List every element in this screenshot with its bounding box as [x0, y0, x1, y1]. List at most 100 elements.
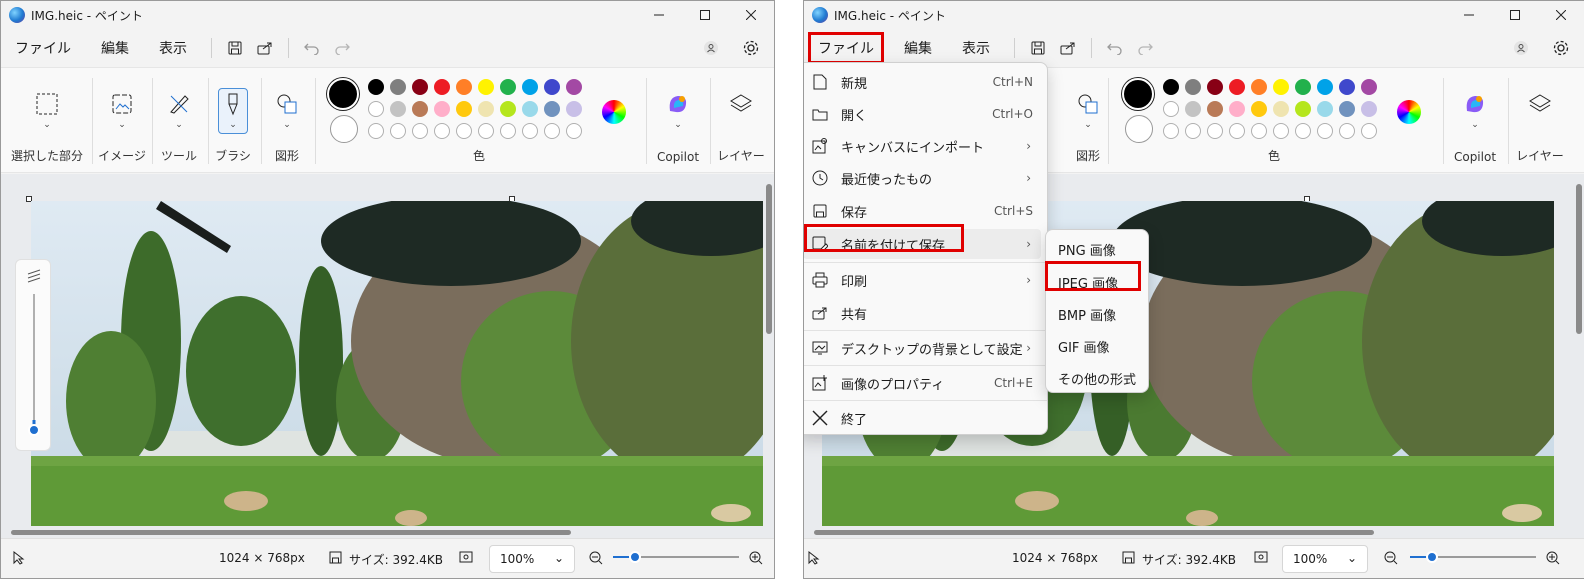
custom-color-slot[interactable]	[522, 123, 538, 139]
chevron-down-icon[interactable]: ⌄	[43, 120, 51, 130]
color-swatch[interactable]	[544, 79, 560, 95]
file-menu-set-desktop-background[interactable]: デスクトップの背景として設定 ›	[804, 333, 1041, 363]
secondary-color-swatch[interactable]	[330, 115, 358, 143]
primary-color-swatch[interactable]	[327, 78, 359, 110]
copilot-icon[interactable]	[664, 90, 692, 118]
zoom-out-icon[interactable]	[1384, 551, 1398, 568]
maximize-button[interactable]	[1492, 1, 1538, 29]
custom-color-slot[interactable]	[500, 123, 516, 139]
chevron-down-icon[interactable]: ⌄	[1084, 120, 1092, 130]
color-swatch[interactable]	[368, 79, 384, 95]
color-swatch[interactable]	[544, 101, 560, 117]
share-icon[interactable]	[1053, 33, 1083, 63]
layers-icon[interactable]	[1526, 90, 1554, 118]
color-swatch[interactable]	[1251, 79, 1267, 95]
zoom-out-icon[interactable]	[589, 551, 603, 568]
fit-to-window-icon[interactable]	[1254, 551, 1268, 566]
color-swatch[interactable]	[1295, 79, 1311, 95]
custom-color-slot[interactable]	[1229, 123, 1245, 139]
maximize-button[interactable]	[682, 1, 728, 29]
save-icon[interactable]	[220, 33, 250, 63]
group-selection[interactable]: ⌄ 選択した部分	[7, 68, 87, 174]
color-swatch[interactable]	[1273, 101, 1289, 117]
group-layers[interactable]: レイヤー	[1510, 68, 1570, 174]
zoom-slider[interactable]	[613, 549, 739, 568]
color-swatch[interactable]	[368, 101, 384, 117]
edit-colors-icon[interactable]	[1397, 100, 1421, 124]
redo-icon[interactable]	[1130, 33, 1160, 63]
chevron-down-icon[interactable]: ⌄	[674, 120, 682, 130]
primary-color-swatch[interactable]	[1122, 78, 1154, 110]
save-as-gif[interactable]: GIF 画像	[1058, 337, 1110, 356]
vertical-scrollbar[interactable]	[766, 184, 772, 334]
chevron-down-icon[interactable]: ⌄	[175, 120, 183, 130]
color-swatch[interactable]	[566, 79, 582, 95]
account-icon[interactable]	[1506, 33, 1536, 63]
vertical-zoom-slider[interactable]	[15, 259, 51, 451]
color-swatch[interactable]	[1163, 101, 1179, 117]
account-icon[interactable]	[696, 33, 726, 63]
color-swatch[interactable]	[456, 79, 472, 95]
color-swatch[interactable]	[1185, 79, 1201, 95]
zoom-slider[interactable]	[1410, 549, 1536, 568]
color-swatch[interactable]	[456, 101, 472, 117]
color-swatch[interactable]	[434, 101, 450, 117]
minimize-button[interactable]	[636, 1, 682, 29]
custom-color-slot[interactable]	[1317, 123, 1333, 139]
color-swatch[interactable]	[478, 79, 494, 95]
undo-icon[interactable]	[1100, 33, 1130, 63]
group-copilot[interactable]: ⌄ Copilot	[1446, 68, 1504, 174]
chevron-down-icon[interactable]: ⌄	[229, 120, 237, 130]
tools-pencil-icon[interactable]	[165, 90, 193, 118]
custom-color-slot[interactable]	[368, 123, 384, 139]
color-swatch[interactable]	[1207, 101, 1223, 117]
color-swatch[interactable]	[1229, 79, 1245, 95]
horizontal-scrollbar[interactable]	[814, 530, 1374, 535]
copilot-icon[interactable]	[1461, 90, 1489, 118]
color-swatch[interactable]	[434, 79, 450, 95]
group-image[interactable]: ⌄ イメージ	[97, 68, 147, 174]
file-menu-save[interactable]: 保存 Ctrl+S	[804, 196, 1041, 226]
file-menu-recent[interactable]: 最近使ったもの ›	[804, 163, 1041, 193]
custom-color-slot[interactable]	[456, 123, 472, 139]
canvas-area[interactable]	[1, 174, 774, 539]
color-swatch[interactable]	[1273, 79, 1289, 95]
color-swatch[interactable]	[478, 101, 494, 117]
color-swatch[interactable]	[412, 79, 428, 95]
custom-color-slot[interactable]	[434, 123, 450, 139]
group-shapes[interactable]: ⌄ 図形	[263, 68, 311, 174]
color-swatch[interactable]	[522, 101, 538, 117]
brush-icon[interactable]	[219, 90, 247, 118]
color-swatch[interactable]	[1251, 101, 1267, 117]
color-swatch[interactable]	[1295, 101, 1311, 117]
save-as-other-formats[interactable]: その他の形式	[1058, 369, 1136, 388]
menu-edit[interactable]: 編集	[91, 32, 139, 64]
custom-color-slot[interactable]	[1295, 123, 1311, 139]
menu-file[interactable]: ファイル	[5, 32, 81, 64]
edit-colors-icon[interactable]	[602, 100, 626, 124]
minimize-button[interactable]	[1446, 1, 1492, 29]
save-icon[interactable]	[1023, 33, 1053, 63]
custom-color-slot[interactable]	[1273, 123, 1289, 139]
menu-edit[interactable]: 編集	[894, 32, 942, 64]
menu-file[interactable]: ファイル	[808, 32, 884, 64]
canvas-photo[interactable]	[31, 201, 763, 526]
color-swatch[interactable]	[1317, 101, 1333, 117]
menu-view[interactable]: 表示	[149, 32, 197, 64]
color-swatch[interactable]	[390, 101, 406, 117]
color-swatch[interactable]	[1339, 79, 1355, 95]
fit-to-window-icon[interactable]	[459, 551, 473, 566]
settings-gear-icon[interactable]	[1546, 33, 1576, 63]
color-swatch[interactable]	[1163, 79, 1179, 95]
color-swatch[interactable]	[1361, 79, 1377, 95]
custom-color-slot[interactable]	[1163, 123, 1179, 139]
chevron-down-icon[interactable]: ⌄	[118, 120, 126, 130]
redo-icon[interactable]	[327, 33, 357, 63]
custom-color-slot[interactable]	[566, 123, 582, 139]
vertical-scrollbar[interactable]	[1576, 184, 1582, 334]
secondary-color-swatch[interactable]	[1125, 115, 1153, 143]
zoom-in-icon[interactable]	[749, 551, 763, 568]
file-menu-exit[interactable]: 終了	[804, 403, 1041, 433]
chevron-down-icon[interactable]: ⌄	[283, 120, 291, 130]
color-swatch[interactable]	[390, 79, 406, 95]
